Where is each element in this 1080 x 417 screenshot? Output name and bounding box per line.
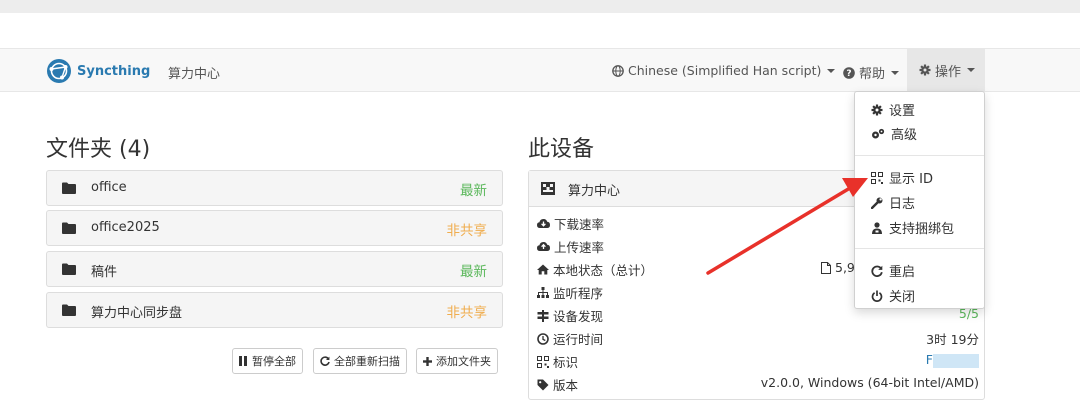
listeners-label: 监听程序 [553,286,604,301]
identity-row[interactable]: 标识 F [537,349,979,371]
language-dropdown[interactable]: Chinese (Simplified Han script) [612,63,836,78]
refresh-icon [871,265,883,277]
chevron-down-icon [967,68,976,72]
menu-item-advanced-label: 高级 [891,128,918,143]
version-value: v2.0.0, Windows (64-bit Intel/AMD) [760,375,979,390]
folder-icon [62,182,76,194]
menu-item-support-bundle[interactable]: 支持捆绑包 [871,218,954,237]
local-state-label: 本地状态（总计） [553,263,654,278]
qrcode-icon [871,171,883,184]
menu-item-restart-label: 重启 [889,265,916,280]
folder-icon [62,304,76,316]
folder-name: 算力中心同步盘 [91,306,183,321]
identity-value: F [925,352,933,367]
this-device-heading: 此设备 [528,137,595,162]
folder-panel[interactable]: office 最新 [46,170,503,206]
gear-icon [919,64,931,76]
tag-icon [537,379,549,390]
cloud-upload-icon [537,242,550,251]
folder-panel[interactable]: 算力中心同步盘 非共享 [46,292,503,328]
refresh-icon [320,356,330,366]
menu-item-logs-label: 日志 [889,197,916,212]
nav-device-name: 算力中心 [168,67,221,82]
user-support-icon [872,221,882,234]
identity-label: 标识 [553,355,579,370]
uptime-value: 3时 19分 [926,332,979,347]
clock-icon [537,332,549,345]
actions-dropdown[interactable]: 操作 [907,49,985,91]
menu-item-settings[interactable]: 设置 [871,100,915,119]
folder-icon [62,222,76,234]
folders-heading: 文件夹 (4) [46,137,151,162]
menu-item-show-id[interactable]: 显示 ID [871,168,933,187]
menu-item-logs[interactable]: 日志 [871,193,915,212]
chevron-down-icon [891,70,900,75]
upload-rate-label: 上传速率 [554,240,605,255]
menu-item-shutdown[interactable]: 关闭 [871,286,915,305]
folder-status: 最新 [460,264,487,280]
menu-item-settings-label: 设置 [889,104,916,119]
identity-value-group: F [926,352,979,368]
device-identicon-icon [541,182,555,195]
actions-label: 操作 [935,64,962,80]
sitemap-icon [537,287,549,298]
help-dropdown[interactable]: ? 帮助 [843,63,900,82]
gear-icon [871,104,883,115]
menu-item-restart[interactable]: 重启 [871,261,915,280]
folder-panel[interactable]: 稿件 最新 [46,251,503,287]
folder-status: 非共享 [446,305,488,321]
navbar: Syncthing 算力中心 Chinese (Simplified Han s… [0,48,1080,92]
rescan-all-label: 全部重新扫描 [334,355,400,368]
globe-icon [612,64,624,77]
language-label: Chinese (Simplified Han script) [628,63,822,78]
version-row: 版本 v2.0.0, Windows (64-bit Intel/AMD) [537,372,979,394]
pause-icon [239,356,247,366]
pause-all-button[interactable]: 暂停全部 [232,348,303,374]
chevron-down-icon [827,68,836,73]
redacted-id-mask [933,353,979,368]
menu-item-shutdown-label: 关闭 [889,290,916,305]
wrench-icon [871,197,883,209]
add-folder-label: 添加文件夹 [436,355,491,368]
menu-item-show-id-label: 显示 ID [889,172,933,187]
syncthing-logo-icon [47,59,71,83]
brand-name: Syncthing [77,63,151,79]
svg-text:?: ? [846,69,851,79]
home-icon [537,264,549,275]
device-name: 算力中心 [568,184,621,199]
rescan-all-button[interactable]: 全部重新扫描 [313,348,407,374]
folder-name: office2025 [91,220,160,235]
menu-divider [855,155,984,156]
download-rate-label: 下载速率 [554,217,605,232]
folder-status: 非共享 [446,223,488,239]
cloud-download-icon [537,219,550,228]
brand[interactable]: Syncthing [46,57,150,85]
pause-all-label: 暂停全部 [252,355,296,368]
folder-panel[interactable]: office2025 非共享 [46,210,503,246]
folder-icon [62,263,76,275]
add-folder-button[interactable]: 添加文件夹 [416,348,498,374]
browser-top-strip [0,0,1080,13]
plus-icon [423,356,432,366]
signpost-icon [537,309,549,322]
gears-icon [872,128,885,138]
version-label: 版本 [553,378,579,393]
file-icon [821,261,831,274]
menu-divider [855,248,984,249]
menu-item-support-bundle-label: 支持捆绑包 [889,222,955,237]
qrcode-icon [537,355,549,368]
folder-name: office [91,180,127,195]
uptime-row: 运行时间 3时 19分 [537,326,979,348]
question-circle-icon: ? [843,66,855,79]
actions-menu: 设置 高级 显示 ID 日志 支持捆绑包 重启 关闭 [854,91,985,309]
uptime-label: 运行时间 [553,332,604,347]
discovery-label: 设备发现 [553,309,604,324]
power-icon [871,290,883,302]
menu-item-advanced[interactable]: 高级 [871,124,917,143]
folder-status: 最新 [460,183,487,199]
folder-name: 稿件 [91,265,118,280]
help-label: 帮助 [859,67,886,82]
